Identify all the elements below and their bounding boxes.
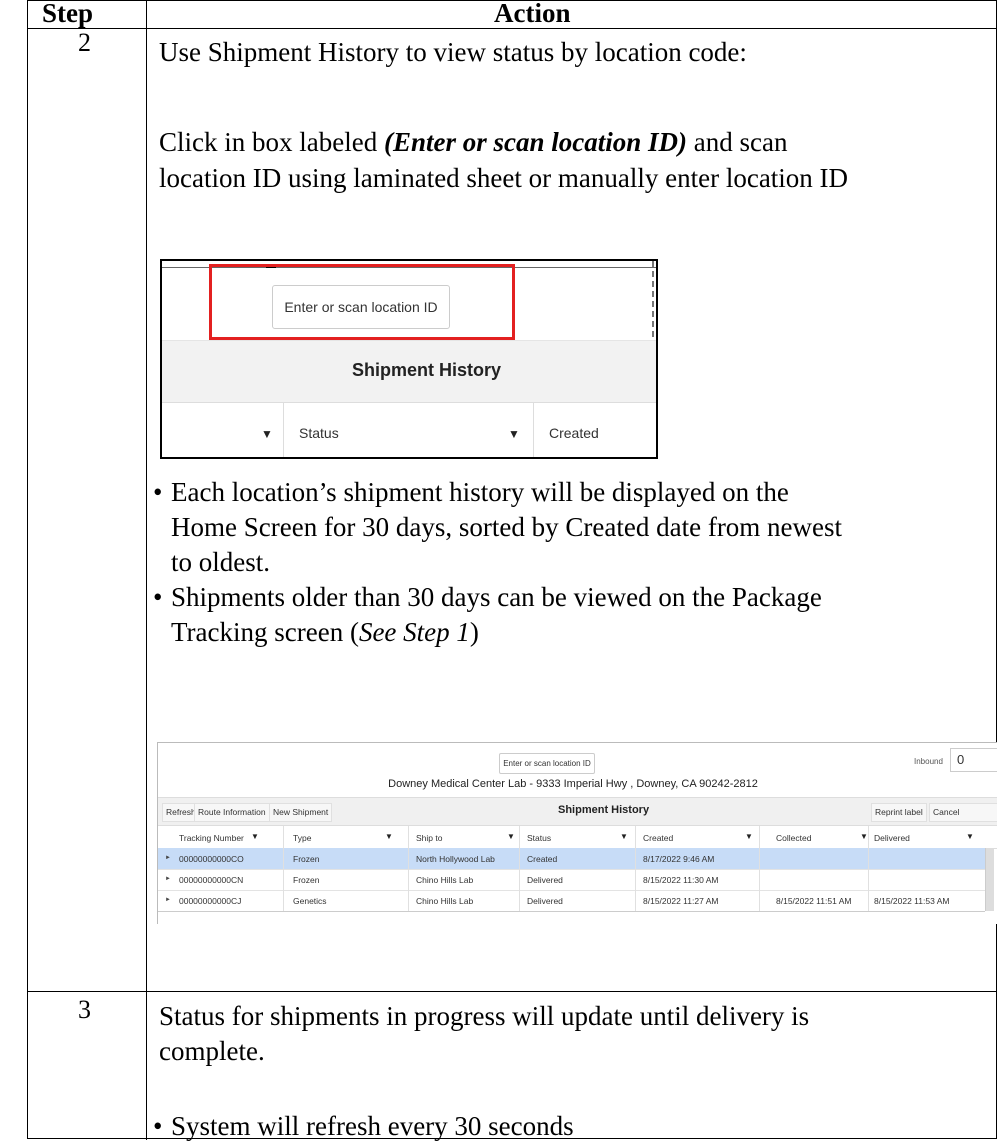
cell-created: 8/15/2022 11:27 AM <box>643 896 719 906</box>
instruction-prefix: Click in box labeled <box>159 127 384 157</box>
funnel-icon[interactable]: ▼ <box>966 832 974 841</box>
column-collected: Collected <box>776 833 812 843</box>
cell-created: 8/17/2022 9:46 AM <box>643 854 715 864</box>
column-delivered: Delivered <box>874 833 910 843</box>
new-shipment-button[interactable]: New Shipment <box>269 803 333 822</box>
step3-line2: complete. <box>159 1036 265 1066</box>
expand-icon[interactable]: ► <box>165 897 171 903</box>
expand-icon[interactable]: ► <box>165 876 171 882</box>
step-instruction-line2: location ID using laminated sheet or man… <box>159 163 849 193</box>
column-divider <box>635 826 636 911</box>
column-created: Created <box>549 425 599 441</box>
cell-delivered: 8/15/2022 11:53 AM <box>874 896 950 906</box>
cell-collected: 8/15/2022 11:51 AM <box>776 896 852 906</box>
step-number: 2 <box>78 28 91 57</box>
cell-tracking: 00000000000CN <box>179 875 244 885</box>
step-instruction-line1: Click in box labeled (Enter or scan loca… <box>159 125 787 160</box>
procedure-table: Step Action 2 Use Shipment History to vi… <box>27 0 997 1144</box>
step-number: 3 <box>78 995 91 1024</box>
highlight-box <box>209 264 515 340</box>
column-created: Created <box>643 833 674 843</box>
cell-type: Frozen <box>293 875 320 885</box>
location-id-input[interactable]: Enter or scan location ID <box>499 753 595 774</box>
shipment-history-title: Shipment History <box>351 360 502 380</box>
step-intro: Use Shipment History to view status by l… <box>159 37 747 67</box>
bullet-item: Each location’s shipment history will be… <box>153 475 993 580</box>
column-ship-to: Ship to <box>416 833 443 843</box>
expand-icon[interactable]: ► <box>165 855 171 861</box>
route-information-button[interactable]: Route Information <box>194 803 270 822</box>
header-action: Action <box>494 0 571 28</box>
column-divider <box>759 826 760 911</box>
funnel-icon[interactable]: ▼ <box>860 832 868 841</box>
step2-bullets: Each location’s shipment history will be… <box>153 475 993 650</box>
step3-line1: Status for shipments in progress will up… <box>159 1001 810 1031</box>
cell-tracking: 00000000000CJ <box>179 896 242 906</box>
cell-type: Genetics <box>293 896 327 906</box>
instruction-emph-close: ) <box>678 127 687 157</box>
shipment-history-title: Shipment History <box>558 804 650 816</box>
instruction-emph: Enter or scan location ID <box>392 127 678 157</box>
header-step: Step <box>42 0 94 28</box>
bullet1-line2: Home Screen for 30 days, sorted by Creat… <box>171 512 843 542</box>
cell-created: 8/15/2022 11:30 AM <box>643 875 719 885</box>
funnel-icon[interactable]: ▼ <box>385 832 393 841</box>
screenshot-location-input: Enter or scan location ID Shipment Histo… <box>160 259 658 459</box>
funnel-icon[interactable]: ▼ <box>745 832 753 841</box>
bullet2-line2-suffix: ) <box>469 617 479 647</box>
cell-type: Frozen <box>293 854 320 864</box>
instruction-suffix: and scan <box>687 127 788 157</box>
cell-status: Delivered <box>527 896 563 906</box>
column-divider <box>408 826 409 911</box>
instruction-emph-open: ( <box>383 127 393 157</box>
cell-status: Delivered <box>527 875 563 885</box>
funnel-icon[interactable]: ▼ <box>251 832 259 841</box>
bullet1-line1: Each location’s shipment history will be… <box>171 477 789 507</box>
column-divider <box>283 402 284 457</box>
column-divider <box>519 826 520 911</box>
funnel-icon[interactable]: ▼ <box>261 427 273 441</box>
bullet2-line1: Shipments older than 30 days can be view… <box>171 582 822 612</box>
cell-status: Created <box>527 854 558 864</box>
bullet2-line2-italic: See Step 1 <box>358 617 470 647</box>
column-tracking-number: Tracking Number <box>179 833 244 843</box>
bullet2-line2-prefix: Tracking screen ( <box>171 617 359 647</box>
column-status: Status <box>527 833 552 843</box>
location-address: Downey Medical Center Lab - 9333 Imperia… <box>388 778 758 790</box>
column-divider <box>283 826 284 911</box>
column-divider <box>868 826 869 911</box>
column-divider <box>533 402 534 457</box>
vertical-scrollbar[interactable] <box>985 848 994 911</box>
bullet-item: Shipments older than 30 days can be view… <box>153 580 993 650</box>
screenshot-shipment-history: Enter or scan location ID Inbound 0 Down… <box>157 742 997 924</box>
cell-ship-to: Chino Hills Lab <box>416 896 474 906</box>
inbound-label: Inbound <box>914 757 943 766</box>
funnel-icon[interactable]: ▼ <box>507 832 515 841</box>
column-type: Type <box>293 833 312 843</box>
cell-ship-to: North Hollywood Lab <box>416 854 495 864</box>
cell-ship-to: Chino Hills Lab <box>416 875 474 885</box>
horizontal-scrollbar[interactable] <box>158 911 985 920</box>
column-status: Status <box>299 425 339 441</box>
funnel-icon[interactable]: ▼ <box>620 832 628 841</box>
cell-tracking: 00000000000CO <box>179 854 244 864</box>
row-divider <box>28 991 996 992</box>
inbound-count: 0 <box>950 748 997 772</box>
bullet1-line3: to oldest. <box>171 547 270 577</box>
cancel-shipment-button[interactable]: Cancel Shipment <box>929 803 997 834</box>
funnel-icon[interactable]: ▼ <box>508 427 520 441</box>
reprint-label-button[interactable]: Reprint label <box>871 803 927 822</box>
column-divider <box>146 1 147 1140</box>
